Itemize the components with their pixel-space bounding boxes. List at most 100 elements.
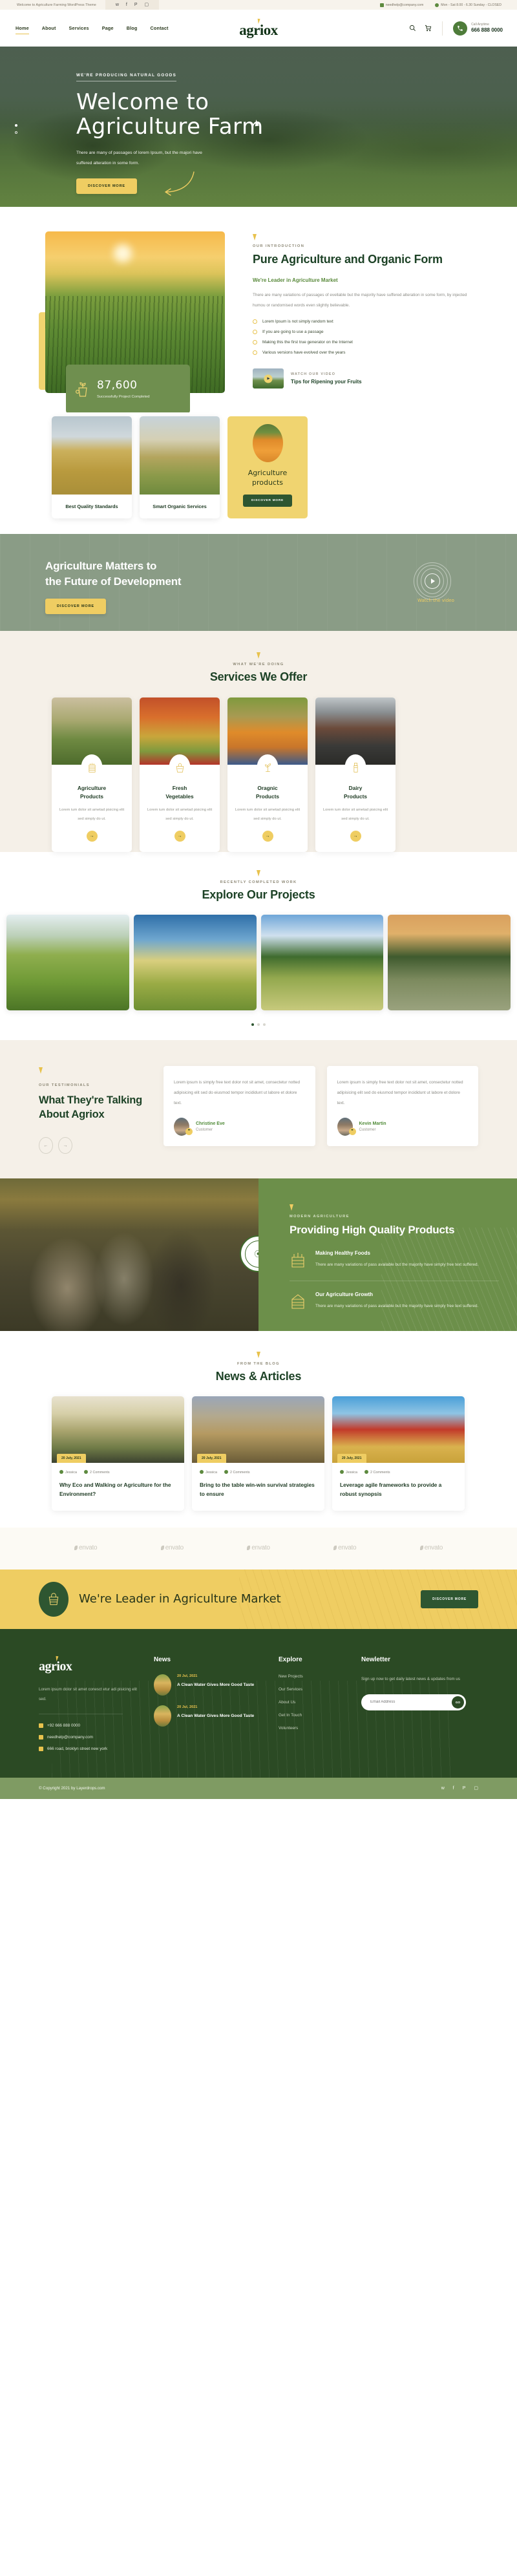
watch-video-block[interactable]: WATCH OUR VIDEO Tips for Ripening your F… bbox=[253, 368, 472, 389]
quality-feature-desc: There are many variations of pass availa… bbox=[315, 1262, 479, 1268]
video-thumbnail[interactable] bbox=[253, 368, 284, 389]
nav-item-contact[interactable]: Contact bbox=[151, 25, 182, 31]
services-title: Services We Offer bbox=[209, 670, 308, 683]
footer-link-about-us[interactable]: About Us bbox=[279, 1700, 350, 1705]
hero-slider-dots bbox=[15, 124, 17, 134]
project-card[interactable] bbox=[133, 914, 257, 1010]
arrow-right-icon[interactable]: → bbox=[86, 830, 98, 842]
footer-link-our-services[interactable]: Our Services bbox=[279, 1687, 350, 1692]
carousel-dot-3[interactable] bbox=[263, 1023, 266, 1026]
news-card-title[interactable]: Why Eco and Walking or Agriculture for t… bbox=[59, 1480, 176, 1499]
twitter-icon[interactable]: w bbox=[441, 1786, 445, 1791]
pinterest-icon[interactable]: P bbox=[463, 1786, 466, 1791]
twitter-icon[interactable]: w bbox=[116, 3, 119, 7]
nav-item-about[interactable]: About bbox=[42, 25, 69, 31]
cart-icon[interactable] bbox=[424, 25, 432, 32]
brand-logo[interactable]: envato bbox=[420, 1544, 443, 1551]
carousel-dot-1[interactable] bbox=[251, 1023, 254, 1026]
brand-logo[interactable]: envato bbox=[161, 1544, 184, 1551]
testimonial-quote: Lorem ipsum is simply free text dolor no… bbox=[337, 1080, 463, 1105]
hero-dot-1[interactable] bbox=[15, 124, 17, 127]
feature-card[interactable]: Best Quality Standards bbox=[52, 416, 132, 518]
arrow-left-icon[interactable]: ← bbox=[39, 1137, 53, 1155]
phone-icon bbox=[453, 21, 468, 36]
instagram-icon[interactable]: ▢ bbox=[474, 1786, 478, 1791]
comment-icon bbox=[364, 1469, 368, 1474]
newsletter-submit-button[interactable]: GO bbox=[452, 1696, 464, 1708]
testimonial-role: Customer bbox=[196, 1127, 213, 1132]
facebook-icon[interactable]: f bbox=[453, 1786, 454, 1791]
brand-logos-section: envato envato envato envato envato bbox=[0, 1527, 517, 1570]
hero-dot-2[interactable] bbox=[15, 131, 17, 134]
footer-newsletter-text: Sign up now to get daily latest news & u… bbox=[361, 1676, 460, 1681]
video-play-button[interactable]: Watch the video bbox=[414, 562, 454, 603]
footer-link-new-projects[interactable]: New Projects bbox=[279, 1674, 350, 1679]
service-card[interactable]: Agriculture Products Lorem ium dolor sit … bbox=[52, 697, 132, 852]
feature-text: Making this the first true generator on … bbox=[262, 340, 353, 345]
facebook-icon[interactable]: f bbox=[126, 3, 127, 7]
service-card[interactable]: Oragnic Products Lorem ium dolor sit amet… bbox=[227, 697, 308, 852]
arrow-right-icon[interactable]: → bbox=[262, 830, 273, 842]
video-kicker: WATCH OUR VIDEO bbox=[291, 372, 336, 377]
news-card-title[interactable]: Bring to the table win-win survival stra… bbox=[200, 1480, 317, 1499]
clock-icon bbox=[435, 3, 439, 7]
promo-discover-button[interactable]: DISCOVER MORE bbox=[243, 494, 292, 507]
footer-link-get-in-touch[interactable]: Get In Touch bbox=[279, 1713, 350, 1718]
cta-banner-green: Agriculture Matters to the Future of Dev… bbox=[0, 534, 517, 631]
arrow-right-icon[interactable]: → bbox=[350, 830, 361, 842]
footer-email[interactable]: needhelp@company.com bbox=[39, 1735, 142, 1740]
nav-item-home[interactable]: Home bbox=[16, 25, 42, 34]
organic-badge: ⦿ bbox=[240, 1235, 258, 1273]
leaf-icon bbox=[257, 869, 260, 877]
brand-logo[interactable]: envato bbox=[333, 1544, 357, 1551]
brand-logo[interactable]: envato bbox=[247, 1544, 270, 1551]
news-author: Jessica bbox=[59, 1469, 77, 1474]
footer-phone[interactable]: +92 666 888 0000 bbox=[39, 1723, 142, 1729]
services-grid: Agriculture Products Lorem ium dolor sit … bbox=[52, 697, 465, 852]
cta-banner-yellow: We're Leader in Agriculture Market DISCO… bbox=[0, 1569, 517, 1629]
cta-yellow-button[interactable]: DISCOVER MORE bbox=[421, 1590, 478, 1608]
cta-discover-button[interactable]: DISCOVER MORE bbox=[45, 599, 106, 615]
footer-logo[interactable]: agriox bbox=[39, 1660, 142, 1673]
nav-item-services[interactable]: Services bbox=[69, 25, 102, 31]
play-icon[interactable] bbox=[425, 573, 440, 589]
nav-item-blog[interactable]: Blog bbox=[127, 25, 151, 31]
footer-news-date: 20 Jul, 2021 bbox=[177, 1705, 198, 1709]
news-card[interactable]: 20 July, 2021 Jessica 2 Comments Leverag… bbox=[332, 1396, 465, 1511]
arrow-right-icon[interactable]: → bbox=[58, 1137, 72, 1155]
carousel-dot-2[interactable] bbox=[257, 1023, 260, 1026]
leaf-icon bbox=[290, 1204, 293, 1211]
projects-section: RECENTLY COMPLETED WORK Explore Our Proj… bbox=[0, 851, 517, 1040]
nav-item-page[interactable]: Page bbox=[102, 25, 127, 31]
news-card-title[interactable]: Leverage agile frameworks to provide a r… bbox=[340, 1480, 457, 1499]
footer-link-volunteers[interactable]: Volunteers bbox=[279, 1726, 350, 1730]
instagram-icon[interactable]: ▢ bbox=[145, 3, 149, 7]
news-card[interactable]: 20 July, 2021 Jessica 2 Comments Why Eco… bbox=[52, 1396, 184, 1511]
project-card[interactable] bbox=[6, 914, 129, 1010]
project-card[interactable] bbox=[260, 914, 384, 1010]
pinterest-icon[interactable]: P bbox=[134, 3, 138, 7]
cta-title-line2: the Future of Development bbox=[45, 575, 182, 588]
promo-card[interactable]: Agriculture products DISCOVER MORE bbox=[227, 416, 308, 518]
newsletter-email-input[interactable] bbox=[370, 1700, 452, 1705]
service-card[interactable]: Fresh Vegetables Lorem ium dolor sit amet… bbox=[140, 697, 220, 852]
arrow-right-icon[interactable]: → bbox=[174, 830, 185, 842]
topbar-email[interactable]: needhelp@company.com bbox=[379, 3, 423, 7]
news-card[interactable]: 20 July, 2021 Jessica 2 Comments Bring t… bbox=[192, 1396, 324, 1511]
footer-news-item[interactable]: 20 Jul, 2021 A Clean Water Gives More Go… bbox=[154, 1705, 267, 1727]
testimonials-nav: ← → bbox=[39, 1137, 152, 1155]
hero-discover-button[interactable]: DISCOVER MORE bbox=[76, 178, 137, 194]
search-icon[interactable] bbox=[408, 25, 416, 32]
call-anytime-block[interactable]: Call Anytime 666 888 0000 bbox=[453, 21, 503, 36]
feature-card[interactable]: Smart Organic Services bbox=[140, 416, 220, 518]
feature-text: Various versions have evolved over the y… bbox=[262, 350, 346, 356]
projects-title: Explore Our Projects bbox=[202, 888, 315, 901]
card-image bbox=[140, 416, 220, 495]
footer-news-item[interactable]: 20 Jul, 2021 A Clean Water Gives More Go… bbox=[154, 1674, 267, 1696]
brand-logo[interactable]: envato bbox=[74, 1544, 98, 1551]
project-card[interactable] bbox=[388, 914, 511, 1010]
comment-icon bbox=[83, 1469, 88, 1474]
service-desc: Lorem ium dolor sit ametad pisicing elit… bbox=[235, 807, 301, 821]
site-logo[interactable]: agriox bbox=[239, 18, 278, 37]
service-card[interactable]: Dairy Products Lorem ium dolor sit ametad… bbox=[315, 697, 396, 852]
